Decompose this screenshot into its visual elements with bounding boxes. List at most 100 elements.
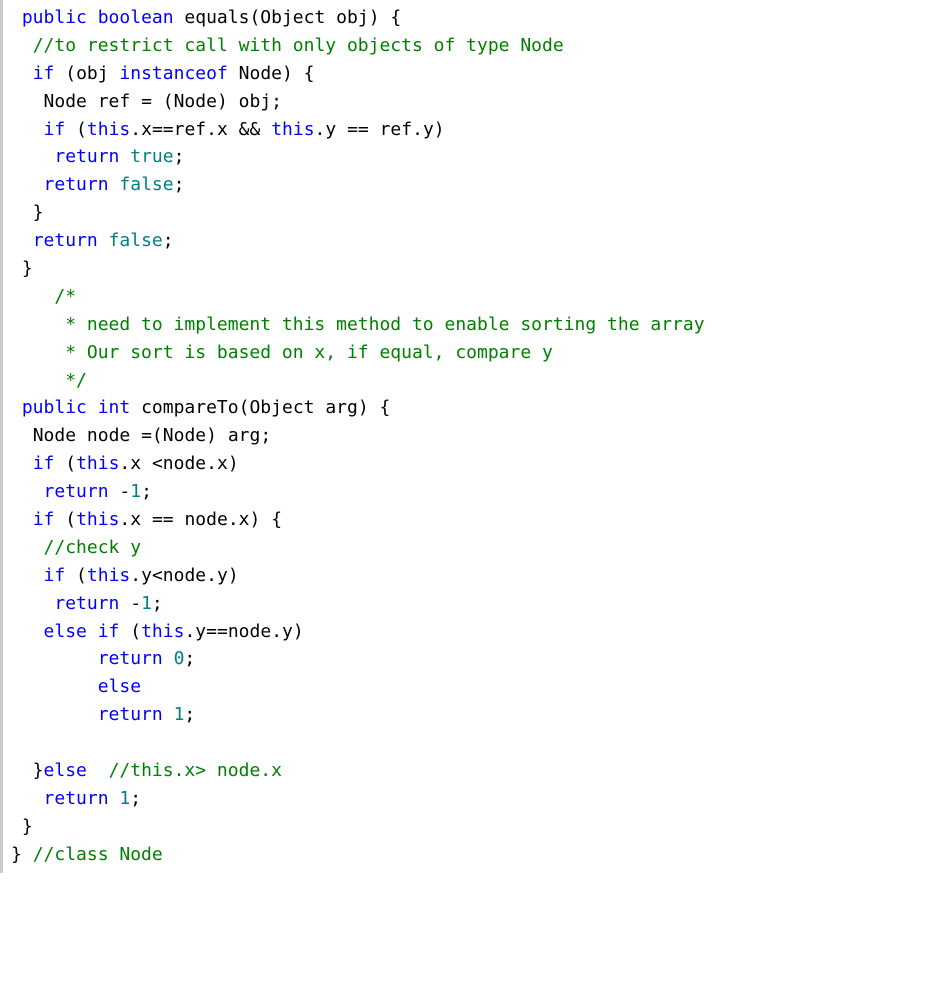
code-token: ( [65,119,87,140]
code-token: if [98,621,120,642]
code-token: ; [141,481,152,502]
code-token [87,621,98,642]
code-token: } [11,258,33,279]
code-line: return -1; [11,481,152,502]
code-token: ; [184,704,195,725]
code-token: ( [54,509,76,530]
code-token: ) { [369,7,402,28]
code-token: ( [249,7,260,28]
code-token: . [119,509,130,530]
code-token: . [130,119,141,140]
code-token: y [195,621,206,642]
code-token [11,174,44,195]
code-line: public boolean equals(Object obj) { [11,7,401,28]
code-token: false [109,230,163,251]
code-token: ) [434,119,445,140]
code-line: if (this.x <node.x) [11,453,239,474]
code-token: if [44,565,66,586]
code-line: //to restrict call with only objects of … [11,35,564,56]
code-token: . [206,565,217,586]
code-token [315,397,326,418]
code-token: == [206,621,228,642]
code-token [87,397,98,418]
code-token: . [119,453,130,474]
code-line: } [11,816,33,837]
code-token: ) [217,91,239,112]
code-token: ( [54,63,76,84]
code-token: return [54,593,119,614]
code-token: * need to implement this method to enabl… [65,314,704,335]
code-token: ( [119,621,141,642]
code-token [87,7,98,28]
code-token: . [206,453,217,474]
code-token: //this.x> node.x [109,760,282,781]
code-line: //check y [11,537,141,558]
code-line [11,732,22,753]
code-line: }else //this.x> node.x [11,760,282,781]
code-token [11,453,33,474]
code-line: * Our sort is based on x, if equal, comp… [11,342,553,363]
code-token [130,397,141,418]
code-token [11,119,44,140]
code-token: obj [336,7,369,28]
code-token: public [22,397,87,418]
code-token: ) [228,565,239,586]
code-token: return [44,788,109,809]
code-token: } [11,844,33,865]
code-token: if [33,63,55,84]
code-token [11,146,54,167]
code-line: /* [11,286,76,307]
code-token: boolean [98,7,174,28]
code-token: ) [293,621,304,642]
code-token: node [228,621,271,642]
code-token [109,63,120,84]
code-token: == [152,119,174,140]
code-token: y [282,621,293,642]
code-token [11,481,44,502]
code-token: ; [260,425,271,446]
code-token: this [271,119,314,140]
code-token: 0 [174,648,185,669]
code-token: == [141,509,184,530]
code-line: return false; [11,230,174,251]
code-token [11,286,54,307]
code-token: return [54,146,119,167]
code-line: */ [11,370,87,391]
code-token: node [163,453,206,474]
code-token: x [217,453,228,474]
code-token [11,91,44,112]
code-token: equals [184,7,249,28]
code-token: 1 [174,704,185,725]
code-token: ; [163,230,174,251]
code-token: . [271,621,282,642]
code-token [11,593,54,614]
code-block: public boolean equals(Object obj) { //to… [0,0,938,873]
code-token [87,760,109,781]
code-token [119,146,130,167]
code-token: ; [130,788,141,809]
code-token [11,342,65,363]
code-token [11,314,65,335]
code-token: ( [65,565,87,586]
code-line: return 1; [11,704,195,725]
code-token: Object [249,397,314,418]
code-line: return 0; [11,648,195,669]
code-token: ; [271,91,282,112]
code-token: . [130,565,141,586]
code-token [98,230,109,251]
code-token: this [87,565,130,586]
code-token: 1 [119,788,130,809]
code-token: if [44,119,66,140]
code-token: */ [65,370,87,391]
code-token: Node [33,425,76,446]
code-token: node [184,509,227,530]
code-token: else [44,760,87,781]
code-token [325,7,336,28]
code-token [11,63,33,84]
code-token: ; [174,146,185,167]
code-line: * need to implement this method to enabl… [11,314,705,335]
code-line: return -1; [11,593,163,614]
code-token [11,35,33,56]
code-line: } //class Node [11,844,163,865]
code-line: Node ref = (Node) obj; [11,91,282,112]
